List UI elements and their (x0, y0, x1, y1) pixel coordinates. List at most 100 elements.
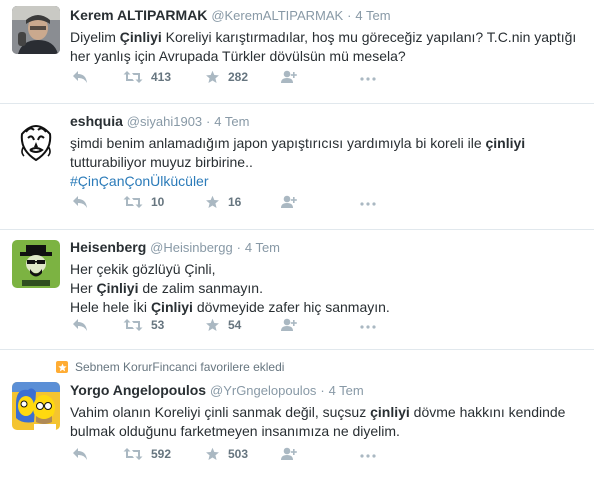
tweet-header: eshquia @siyahi1903 · 4 Tem (70, 112, 586, 131)
favorite-count: 503 (228, 447, 249, 461)
favorite-icon (205, 318, 220, 332)
reply-button[interactable] (72, 447, 88, 461)
favorite-context: Sebnem KorurFincanci favorilere ekledi (56, 360, 284, 374)
retweet-icon (123, 318, 143, 332)
follow-icon (280, 70, 298, 84)
avatar[interactable] (12, 382, 60, 430)
tweet-actions: 10 16 (0, 195, 594, 213)
reply-button[interactable] (72, 195, 88, 209)
more-options-icon (360, 454, 376, 458)
highlighted-word: Çinliyi (96, 280, 139, 296)
favorite-star-badge-icon (56, 361, 68, 373)
username[interactable]: @siyahi1903 (127, 114, 202, 129)
favorite-count: 282 (228, 70, 249, 84)
favorite-button[interactable]: 503 (205, 447, 248, 461)
follow-button[interactable] (280, 447, 298, 461)
timestamp[interactable]: 4 Tem (329, 383, 364, 398)
more-options-button[interactable] (360, 77, 376, 81)
reply-button[interactable] (72, 70, 88, 84)
username[interactable]: @KeremALTIPARMAK (211, 8, 343, 23)
favorite-count: 54 (228, 318, 242, 332)
more-options-icon (360, 325, 376, 329)
retweet-count: 592 (151, 447, 172, 461)
separator-dot: · (206, 114, 211, 129)
retweet-icon (123, 195, 143, 209)
text-segment: Vahim olanın Koreliyi çinli sanmak değil… (70, 404, 371, 420)
favorite-icon (205, 195, 220, 209)
avatar[interactable] (12, 6, 60, 54)
avatar[interactable] (12, 116, 60, 164)
highlighted-word: çinliyi (370, 404, 410, 420)
username[interactable]: @Heisinbergg (150, 240, 233, 255)
fullname[interactable]: Kerem ALTIPARMAK (70, 7, 207, 23)
highlighted-word: Çinliyi (119, 29, 162, 45)
favorite-button[interactable]: 54 (205, 318, 241, 332)
follow-icon (280, 195, 298, 209)
reply-icon (72, 447, 88, 461)
tweet-actions: 413 282 (0, 70, 594, 88)
retweet-button[interactable]: 53 (123, 318, 164, 332)
favorite-icon (205, 447, 220, 461)
separator-dot: · (347, 8, 352, 23)
text-segment: Diyelim (70, 29, 120, 45)
retweet-button[interactable]: 413 (123, 70, 171, 84)
hashtag-link[interactable]: #ÇinÇanÇonÜlkücüler (70, 172, 586, 191)
tweet-text: Her çekik gözlüyü Çinli, Her Çinliyi de … (70, 260, 586, 317)
timestamp[interactable]: 4 Tem (245, 240, 280, 255)
retweet-count: 53 (151, 318, 165, 332)
separator-dot: · (236, 240, 241, 255)
retweet-button[interactable]: 592 (123, 447, 171, 461)
separator-dot: · (320, 383, 325, 398)
tweet-text: şimdi benim anlamadığım japon yapıştırıc… (70, 134, 586, 191)
tweet-header: Kerem ALTIPARMAK @KeremALTIPARMAK · 4 Te… (70, 6, 586, 25)
timestamp[interactable]: 4 Tem (355, 8, 390, 23)
fullname[interactable]: eshquia (70, 113, 123, 129)
text-segment: de zalim sanmayın. (138, 280, 263, 296)
avatar[interactable] (12, 240, 60, 288)
reply-icon (72, 195, 88, 209)
favorite-count: 16 (228, 195, 242, 209)
reply-icon (72, 318, 88, 332)
more-options-icon (360, 77, 376, 81)
text-line: Her çekik gözlüyü Çinli, (70, 261, 216, 277)
retweet-count: 10 (151, 195, 165, 209)
reply-icon (72, 70, 88, 84)
tweet-1[interactable]: Kerem ALTIPARMAK @KeremALTIPARMAK · 4 Te… (0, 0, 594, 104)
text-segment: dövmeyide zafer hiç sanmayın. (192, 299, 390, 315)
tweet-header: Yorgo Angelopoulos @YrGngelopoulos · 4 T… (70, 381, 586, 400)
text-line: bulmak olduğunu farketmeyen insanımıza n… (70, 423, 400, 439)
timestamp[interactable]: 4 Tem (214, 114, 249, 129)
tweet-text: Diyelim Çinliyi Koreliyi karıştırmadılar… (70, 28, 586, 66)
text-segment: Koreliyi karıştırmadılar, hoş mu göreceğ… (161, 29, 577, 45)
tweet-actions: 53 54 (0, 318, 594, 336)
reply-button[interactable] (72, 318, 88, 332)
retweet-icon (123, 447, 143, 461)
retweet-button[interactable]: 10 (123, 195, 164, 209)
follow-icon (280, 318, 298, 332)
text-segment: Hele hele İki (70, 299, 151, 315)
more-options-button[interactable] (360, 454, 376, 458)
favorite-button[interactable]: 282 (205, 70, 248, 84)
text-line: her yanlış için Avrupada Türkler dövülsü… (70, 48, 406, 64)
tweet-actions: 592 503 (0, 447, 594, 465)
context-text[interactable]: Sebnem KorurFincanci favorilere ekledi (75, 360, 284, 374)
more-options-button[interactable] (360, 325, 376, 329)
favorite-button[interactable]: 16 (205, 195, 241, 209)
tweet-text: Vahim olanın Koreliyi çinli sanmak değil… (70, 403, 586, 441)
retweet-icon (123, 70, 143, 84)
tweet-header: Heisenberg @Heisinbergg · 4 Tem (70, 238, 586, 257)
text-line: tutturabiliyor muyuz birbirine.. (70, 154, 253, 170)
fullname[interactable]: Yorgo Angelopoulos (70, 382, 206, 398)
follow-icon (280, 447, 298, 461)
retweet-count: 413 (151, 70, 172, 84)
username[interactable]: @YrGngelopoulos (210, 383, 316, 398)
follow-button[interactable] (280, 195, 298, 209)
more-options-icon (360, 202, 376, 206)
more-options-button[interactable] (360, 202, 376, 206)
favorite-icon (205, 70, 220, 84)
highlighted-word: çinliyi (485, 135, 526, 151)
fullname[interactable]: Heisenberg (70, 239, 146, 255)
follow-button[interactable] (280, 318, 298, 332)
text-segment: Her (70, 280, 97, 296)
follow-button[interactable] (280, 70, 298, 84)
